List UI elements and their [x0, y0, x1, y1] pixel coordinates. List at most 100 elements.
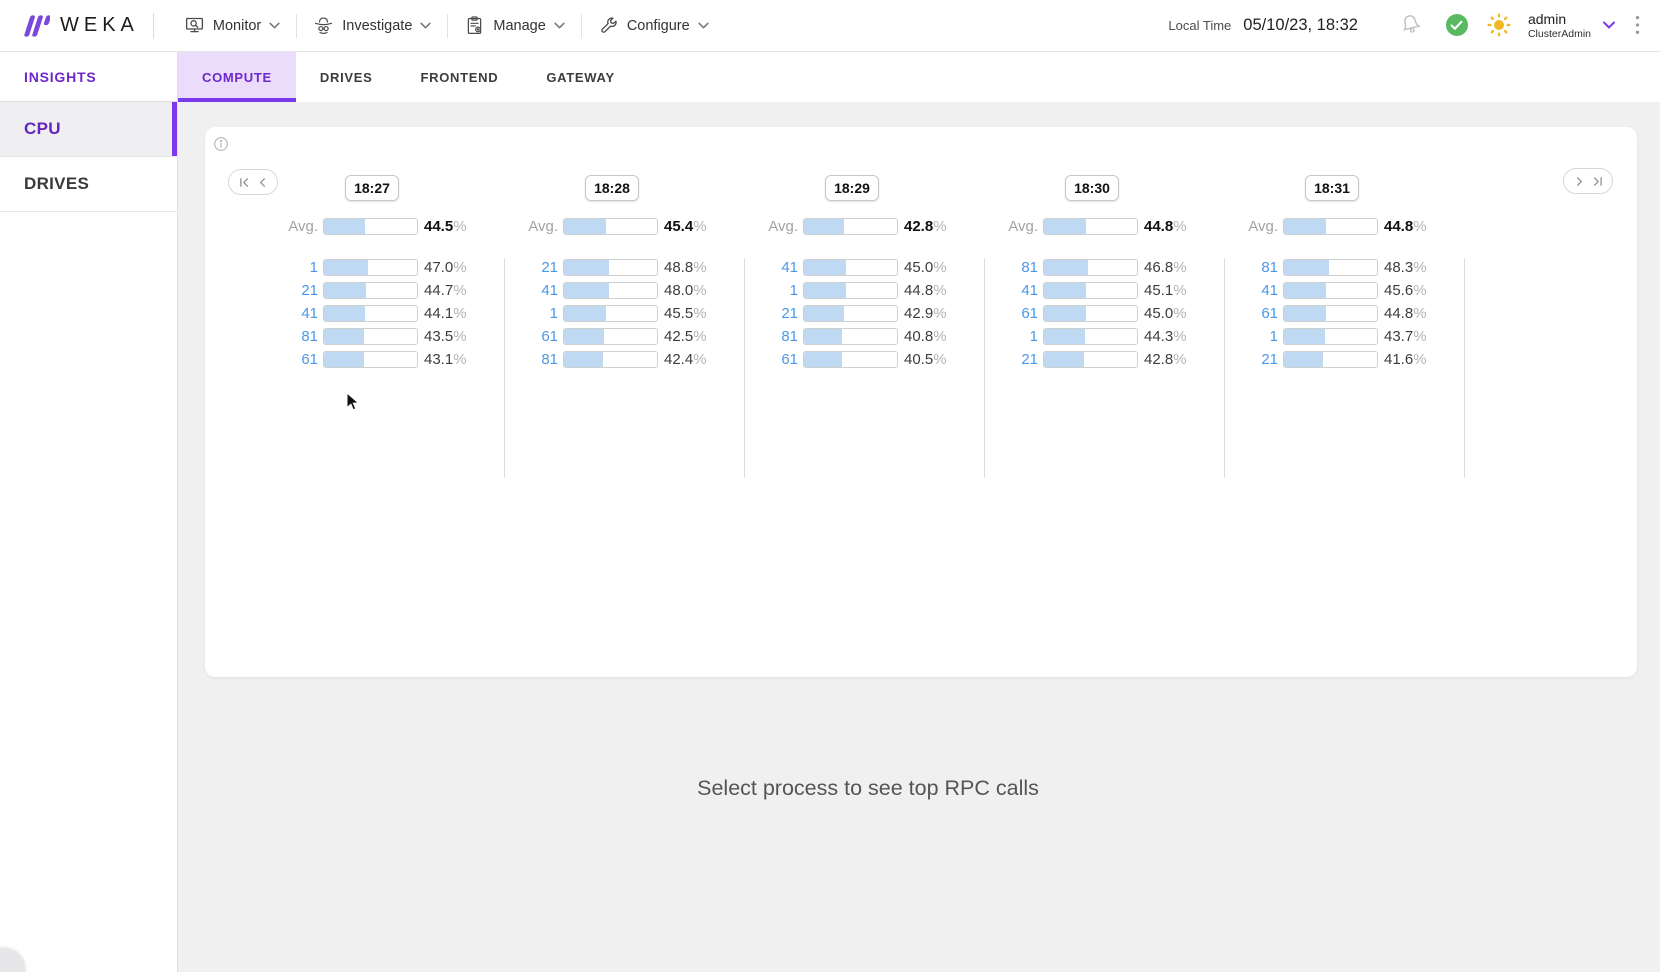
- process-row[interactable]: 61 42.5%: [492, 325, 732, 348]
- theme-toggle-button[interactable]: [1486, 12, 1512, 38]
- process-id[interactable]: 81: [732, 328, 798, 345]
- usage-bar[interactable]: [563, 351, 658, 368]
- usage-bar[interactable]: [1283, 259, 1378, 276]
- usage-value: 48.0%: [664, 282, 707, 299]
- usage-bar[interactable]: [563, 282, 658, 299]
- usage-bar[interactable]: [1283, 305, 1378, 322]
- nav-item-investigate[interactable]: Investigate: [297, 0, 447, 52]
- usage-bar[interactable]: [1043, 328, 1138, 345]
- process-id[interactable]: 21: [1212, 351, 1278, 368]
- usage-value: 41.6%: [1384, 351, 1427, 368]
- usage-bar[interactable]: [1283, 328, 1378, 345]
- process-id[interactable]: 81: [492, 351, 558, 368]
- process-row[interactable]: 81 40.8%: [732, 325, 972, 348]
- notifications-button[interactable]: [1398, 12, 1424, 38]
- process-id[interactable]: 41: [492, 282, 558, 299]
- process-id[interactable]: 21: [252, 282, 318, 299]
- nav-item-manage[interactable]: Manage: [448, 0, 580, 52]
- usage-bar[interactable]: [323, 282, 418, 299]
- first-page-icon[interactable]: [238, 176, 251, 189]
- process-row[interactable]: 61 45.0%: [972, 302, 1212, 325]
- process-row[interactable]: 41 44.1%: [252, 302, 492, 325]
- process-row[interactable]: 21 42.8%: [972, 348, 1212, 371]
- usage-bar[interactable]: [323, 259, 418, 276]
- process-row[interactable]: 41 48.0%: [492, 279, 732, 302]
- process-id[interactable]: 21: [972, 351, 1038, 368]
- process-row[interactable]: 21 42.9%: [732, 302, 972, 325]
- usage-bar[interactable]: [563, 305, 658, 322]
- process-row[interactable]: 41 45.1%: [972, 279, 1212, 302]
- tab-gateway[interactable]: GATEWAY: [522, 52, 638, 102]
- process-row[interactable]: 81 48.3%: [1212, 256, 1452, 279]
- process-row[interactable]: 1 47.0%: [252, 256, 492, 279]
- usage-bar[interactable]: [563, 259, 658, 276]
- usage-bar[interactable]: [803, 305, 898, 322]
- brand-logo[interactable]: WEKA: [20, 12, 139, 40]
- process-id[interactable]: 81: [972, 259, 1038, 276]
- usage-bar[interactable]: [323, 328, 418, 345]
- cluster-status-button[interactable]: [1445, 14, 1468, 37]
- tab-frontend[interactable]: FRONTEND: [397, 52, 523, 102]
- process-id[interactable]: 1: [972, 328, 1038, 345]
- process-id[interactable]: 61: [492, 328, 558, 345]
- next-page-icon[interactable]: [1573, 175, 1586, 188]
- process-id[interactable]: 1: [732, 282, 798, 299]
- process-row[interactable]: 1 43.7%: [1212, 325, 1452, 348]
- usage-bar[interactable]: [803, 328, 898, 345]
- process-row[interactable]: 61 44.8%: [1212, 302, 1452, 325]
- process-id[interactable]: 61: [732, 351, 798, 368]
- process-row[interactable]: 1 45.5%: [492, 302, 732, 325]
- usage-bar[interactable]: [1043, 305, 1138, 322]
- usage-bar[interactable]: [563, 328, 658, 345]
- sidebar-item-cpu[interactable]: CPU: [0, 102, 177, 157]
- process-id[interactable]: 41: [1212, 282, 1278, 299]
- process-row[interactable]: 81 43.5%: [252, 325, 492, 348]
- process-row[interactable]: 61 43.1%: [252, 348, 492, 371]
- nav-item-configure[interactable]: Configure: [582, 0, 725, 52]
- usage-bar[interactable]: [323, 305, 418, 322]
- process-id[interactable]: 81: [1212, 259, 1278, 276]
- process-row[interactable]: 21 41.6%: [1212, 348, 1452, 371]
- process-id[interactable]: 61: [1212, 305, 1278, 322]
- process-id[interactable]: 61: [972, 305, 1038, 322]
- process-id[interactable]: 61: [252, 351, 318, 368]
- usage-bar[interactable]: [1283, 351, 1378, 368]
- usage-bar[interactable]: [323, 351, 418, 368]
- nav-item-label: Monitor: [212, 17, 262, 34]
- usage-bar[interactable]: [1043, 351, 1138, 368]
- tab-drives[interactable]: DRIVES: [296, 52, 397, 102]
- process-row[interactable]: 21 48.8%: [492, 256, 732, 279]
- last-page-icon[interactable]: [1591, 175, 1604, 188]
- process-id[interactable]: 41: [972, 282, 1038, 299]
- tab-compute[interactable]: COMPUTE: [178, 52, 296, 102]
- process-id[interactable]: 1: [252, 259, 318, 276]
- usage-bar[interactable]: [803, 351, 898, 368]
- process-id[interactable]: 81: [252, 328, 318, 345]
- bar-fill: [324, 306, 365, 321]
- info-icon[interactable]: [213, 136, 229, 152]
- user-menu[interactable]: admin ClusterAdmin: [1528, 11, 1591, 40]
- process-id[interactable]: 1: [1212, 328, 1278, 345]
- usage-bar[interactable]: [1043, 282, 1138, 299]
- process-id[interactable]: 1: [492, 305, 558, 322]
- process-row[interactable]: 81 42.4%: [492, 348, 732, 371]
- process-row[interactable]: 21 44.7%: [252, 279, 492, 302]
- sidebar-item-drives[interactable]: DRIVES: [0, 157, 177, 212]
- process-id[interactable]: 21: [492, 259, 558, 276]
- user-chevron-down-icon[interactable]: [1603, 21, 1615, 30]
- usage-bar[interactable]: [1283, 282, 1378, 299]
- process-id[interactable]: 21: [732, 305, 798, 322]
- usage-bar[interactable]: [1043, 259, 1138, 276]
- process-row[interactable]: 61 40.5%: [732, 348, 972, 371]
- process-id[interactable]: 41: [252, 305, 318, 322]
- process-row[interactable]: 81 46.8%: [972, 256, 1212, 279]
- process-row[interactable]: 41 45.6%: [1212, 279, 1452, 302]
- process-id[interactable]: 41: [732, 259, 798, 276]
- process-row[interactable]: 1 44.3%: [972, 325, 1212, 348]
- kebab-menu-icon[interactable]: [1635, 14, 1640, 36]
- process-row[interactable]: 41 45.0%: [732, 256, 972, 279]
- usage-bar[interactable]: [803, 259, 898, 276]
- process-row[interactable]: 1 44.8%: [732, 279, 972, 302]
- usage-bar[interactable]: [803, 282, 898, 299]
- nav-item-monitor[interactable]: Monitor: [168, 0, 296, 52]
